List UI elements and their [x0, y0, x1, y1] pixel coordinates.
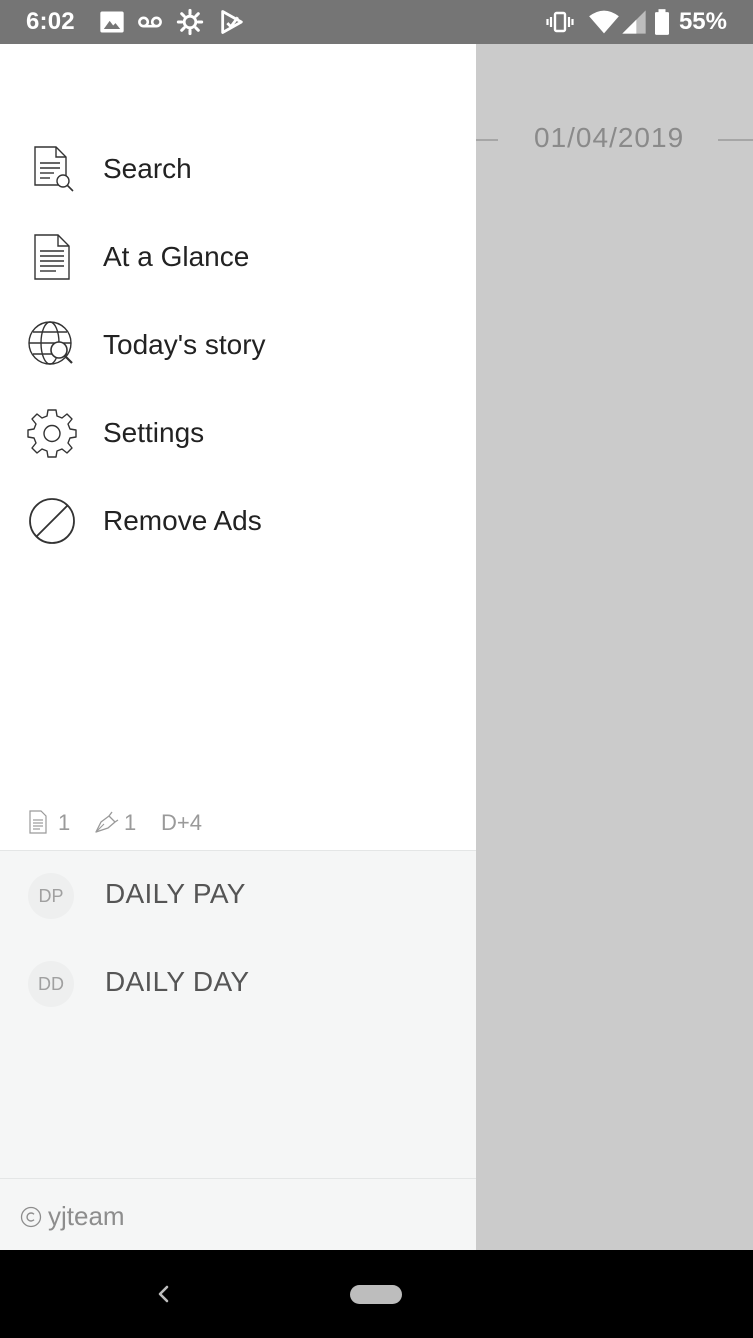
menu-item-label: Remove Ads: [103, 505, 262, 536]
home-button[interactable]: [350, 1285, 402, 1304]
menu-item-todays-story[interactable]: Today's story: [0, 301, 476, 389]
document-search-icon: [34, 146, 74, 192]
background-date: 01/04/2019: [534, 122, 685, 153]
copyright-text: yjteam: [48, 1201, 125, 1231]
pen-count: 1: [124, 810, 137, 835]
menu-item-search[interactable]: Search: [0, 125, 476, 213]
system-nav-bar: [0, 1250, 753, 1338]
drawer-footer: yjteam: [0, 1178, 476, 1251]
copyright-icon: [20, 1206, 42, 1228]
account-name: DAILY DAY: [105, 966, 250, 997]
account-item-daily-pay[interactable]: DP DAILY PAY: [0, 851, 476, 939]
settings-status-icon: [176, 8, 204, 36]
content-scrim[interactable]: 01/04/2019: [476, 44, 753, 1250]
account-item-daily-day[interactable]: DD DAILY DAY: [0, 939, 476, 1027]
voicemail-icon: [138, 16, 162, 28]
status-time: 6:02: [26, 8, 75, 35]
account-name: DAILY PAY: [105, 878, 246, 909]
globe-search-icon: [28, 321, 73, 365]
navigation-drawer: Search At a Glance Today's story Setting…: [0, 44, 476, 1251]
document-icon: [34, 234, 70, 280]
pen-icon: [95, 811, 119, 833]
gear-icon: [27, 409, 77, 458]
document-icon: [29, 810, 47, 834]
menu-item-label: Today's story: [103, 329, 266, 360]
date-divider-right: [718, 139, 753, 141]
account-list: DP DAILY PAY DD DAILY DAY: [0, 850, 476, 1179]
prohibited-icon: [29, 498, 75, 544]
entries-count: 1: [58, 810, 71, 835]
dday-value: D+4: [161, 810, 202, 835]
account-avatar: DD: [28, 961, 74, 1007]
cell-signal-icon: [622, 10, 646, 34]
battery-percent: 55%: [678, 8, 727, 35]
vibrate-icon: [546, 11, 574, 33]
play-store-icon: [221, 10, 243, 34]
date-divider-left: [476, 139, 498, 141]
menu-item-label: Settings: [103, 417, 205, 448]
menu-item-remove-ads[interactable]: Remove Ads: [0, 477, 476, 565]
menu-item-at-a-glance[interactable]: At a Glance: [0, 213, 476, 301]
battery-icon: [655, 9, 669, 35]
status-bar: 6:02 55%: [0, 0, 753, 44]
menu-item-label: Search: [103, 153, 192, 184]
image-icon: [100, 11, 124, 33]
copyright: yjteam: [20, 1201, 125, 1232]
account-avatar: DP: [28, 873, 74, 919]
wifi-icon: [589, 10, 619, 34]
menu-item-label: At a Glance: [103, 241, 250, 272]
menu-item-settings[interactable]: Settings: [0, 389, 476, 477]
back-icon[interactable]: [150, 1280, 178, 1308]
